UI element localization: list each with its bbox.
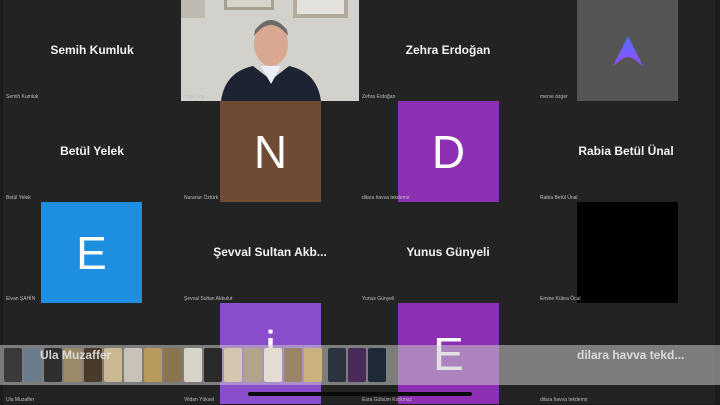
- participant-name: Şevval Sultan Akb...: [213, 245, 327, 259]
- participant-avatar: D: [398, 101, 499, 202]
- participant-video: [181, 0, 359, 101]
- participant-tile[interactable]: merve özger: [537, 0, 715, 101]
- app-thumbnail[interactable]: [348, 348, 366, 382]
- participant-name: Yunus Günyeli: [406, 245, 490, 259]
- app-thumbnail[interactable]: [124, 348, 142, 382]
- app-thumbnail[interactable]: [144, 348, 162, 382]
- participant-label: Hilal Örgi: [184, 94, 205, 100]
- participant-label: Zehra Erdoğan: [362, 94, 396, 100]
- participant-tile[interactable]: Zehra Erdoğan Zehra Erdoğan: [359, 0, 537, 101]
- participant-tile[interactable]: N Nuranur Öztürk: [181, 101, 359, 202]
- participant-tile[interactable]: Semih Kumluk Semih Kumluk: [3, 0, 181, 101]
- app-thumbnail[interactable]: [264, 348, 282, 382]
- app-thumbnail[interactable]: [368, 348, 386, 382]
- app-thumbnail[interactable]: [4, 348, 22, 382]
- participant-label: Nuranur Öztürk: [184, 195, 219, 201]
- participant-name: Zehra Erdoğan: [405, 43, 491, 57]
- home-indicator[interactable]: [248, 392, 472, 396]
- participant-label: Semih Kumluk: [6, 94, 39, 100]
- participant-tile[interactable]: Rabia Betül Ünal Rabia Betül Ünal: [537, 101, 715, 202]
- app-thumbnail[interactable]: [184, 348, 202, 382]
- participant-label: Ula Muzaffer: [6, 397, 35, 403]
- app-thumbnail[interactable]: [224, 348, 242, 382]
- participant-label: Vildan Yüksel: [184, 397, 215, 403]
- participant-label: Esra Gülsüm Korkmaz: [362, 397, 413, 403]
- participant-label: merve özger: [540, 94, 568, 100]
- participant-tile[interactable]: Emine Kübra Öcal: [537, 202, 715, 303]
- participant-label: dilara havva tekdemir: [540, 397, 588, 403]
- participant-tile-video[interactable]: Hilal Örgi: [181, 0, 359, 101]
- participant-tile[interactable]: Şevval Sultan Akb... Şevval Sultan Akbul…: [181, 202, 359, 303]
- participant-name: Semih Kumluk: [50, 43, 134, 57]
- participant-label: Rabia Betül Ünal: [540, 195, 578, 201]
- overlay-participant-name: dilara havva tekd...: [577, 348, 685, 362]
- participant-avatar: E: [41, 202, 142, 303]
- participant-tile[interactable]: E Elvan ŞAHİN: [3, 202, 181, 303]
- participant-label: Yunus Günyeli: [362, 296, 395, 302]
- participant-label: Şevval Sultan Akbulut: [184, 296, 233, 302]
- app-thumbnail[interactable]: [328, 348, 346, 382]
- participant-label: Elvan ŞAHİN: [6, 296, 36, 302]
- participant-tile[interactable]: Betül Yelek Betül Yelek: [3, 101, 181, 202]
- participant-tile[interactable]: D dilara havva tekdemir: [359, 101, 537, 202]
- participant-tile[interactable]: Yunus Günyeli Yunus Günyeli: [359, 202, 537, 303]
- participant-name: Betül Yelek: [60, 144, 124, 158]
- app-thumbnail[interactable]: [244, 348, 262, 382]
- overlay-participant-name: Ula Muzaffer: [40, 348, 112, 362]
- app-thumbnail[interactable]: [164, 348, 182, 382]
- app-thumbnail[interactable]: [284, 348, 302, 382]
- participant-label: dilara havva tekdemir: [362, 195, 410, 201]
- participant-label: Betül Yelek: [6, 195, 31, 201]
- participant-video-off: [577, 202, 678, 303]
- video-scene: [181, 0, 359, 101]
- participant-label: Emine Kübra Öcal: [540, 296, 581, 302]
- app-thumbnail[interactable]: [304, 348, 322, 382]
- arch-logo-icon: [612, 35, 643, 66]
- participant-image: [577, 0, 678, 101]
- participant-name: Rabia Betül Ünal: [578, 144, 674, 158]
- app-thumbnail[interactable]: [204, 348, 222, 382]
- participant-avatar: N: [220, 101, 321, 202]
